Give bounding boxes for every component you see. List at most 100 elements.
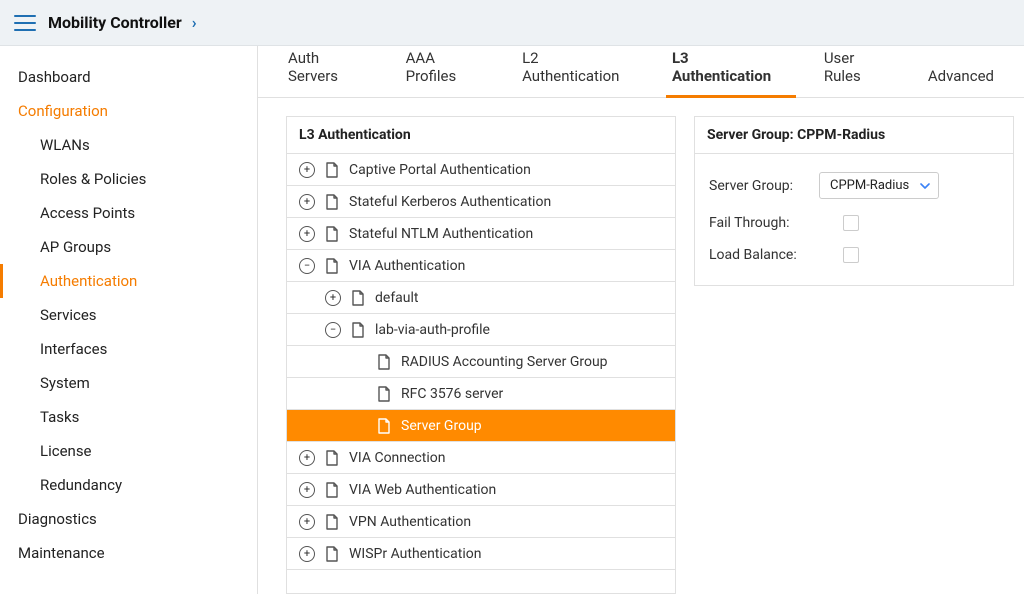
sidebar-label: Access Points	[40, 204, 135, 222]
content-area: Auth Servers AAA Profiles L2 Authenticat…	[258, 46, 1024, 594]
sidebar-label: Authentication	[40, 272, 137, 290]
page-icon	[377, 354, 391, 370]
tree-row-label: RFC 3576 server	[401, 386, 503, 402]
tree-row[interactable]: + Stateful NTLM Authentication	[287, 218, 675, 250]
sidebar-label: Tasks	[40, 408, 79, 426]
page-icon	[351, 290, 365, 306]
page-icon	[325, 194, 339, 210]
menu-icon[interactable]	[14, 15, 36, 31]
tree-row-label: Stateful NTLM Authentication	[349, 226, 533, 242]
tab-label: AAA Profiles	[406, 49, 457, 85]
tree-row[interactable]: +VPN Authentication	[287, 506, 675, 538]
tab-label: User Rules	[824, 49, 861, 85]
tab-advanced[interactable]: Advanced	[926, 67, 996, 97]
sidebar-item-wlans[interactable]: WLANs	[0, 128, 257, 162]
tree-row-label: Captive Portal Authentication	[349, 162, 531, 178]
top-bar: Mobility Controller ›	[0, 0, 1024, 46]
load-balance-checkbox[interactable]	[843, 247, 859, 263]
sidebar-item-roles-policies[interactable]: Roles & Policies	[0, 162, 257, 196]
page-icon	[325, 546, 339, 562]
page-icon	[325, 450, 339, 466]
sidebar-label: AP Groups	[40, 238, 111, 256]
tab-auth-servers[interactable]: Auth Servers	[286, 49, 374, 97]
sidebar-item-interfaces[interactable]: Interfaces	[0, 332, 257, 366]
tree-row[interactable]: RADIUS Accounting Server Group	[287, 346, 675, 378]
collapse-minus-icon[interactable]: −	[325, 322, 341, 338]
sidebar-label: Configuration	[18, 102, 108, 120]
sidebar-item-configuration[interactable]: Configuration	[0, 94, 257, 128]
tree-row-label: default	[375, 290, 419, 306]
sidebar-label: System	[40, 374, 90, 392]
tree-panel-title: L3 Authentication	[287, 117, 675, 154]
sidebar-item-ap-groups[interactable]: AP Groups	[0, 230, 257, 264]
sidebar-item-maintenance[interactable]: Maintenance	[0, 536, 257, 570]
expand-plus-icon[interactable]: +	[299, 226, 315, 242]
fail-through-checkbox[interactable]	[843, 215, 859, 231]
sidebar-item-diagnostics[interactable]: Diagnostics	[0, 502, 257, 536]
tree-row[interactable]: RFC 3576 server	[287, 378, 675, 410]
server-group-value: CPPM-Radius	[830, 178, 909, 193]
sidebar-label: License	[40, 442, 92, 460]
tab-aaa-profiles[interactable]: AAA Profiles	[404, 49, 490, 97]
tab-label: L3 Authentication	[672, 49, 771, 85]
sidebar-item-system[interactable]: System	[0, 366, 257, 400]
sidebar-label: Diagnostics	[18, 510, 97, 528]
tab-label: L2 Authentication	[522, 49, 619, 85]
sidebar-item-services[interactable]: Services	[0, 298, 257, 332]
app-title[interactable]: Mobility Controller ›	[48, 13, 197, 32]
detail-panel: Server Group: CPPM-Radius Server Group: …	[694, 116, 1014, 286]
tree-row[interactable]: − VIA Authentication	[287, 250, 675, 282]
expand-plus-icon[interactable]: +	[299, 162, 315, 178]
expand-plus-icon[interactable]: +	[299, 482, 315, 498]
tree-row[interactable]: +WISPr Authentication	[287, 538, 675, 570]
detail-panel-title: Server Group: CPPM-Radius	[695, 117, 1013, 154]
chevron-right-icon: ›	[192, 13, 197, 32]
page-icon	[325, 482, 339, 498]
sidebar-item-redundancy[interactable]: Redundancy	[0, 468, 257, 502]
tab-label: Advanced	[928, 67, 994, 85]
page-icon	[325, 514, 339, 530]
tree-row[interactable]: + Stateful Kerberos Authentication	[287, 186, 675, 218]
tree-row[interactable]: −lab-via-auth-profile	[287, 314, 675, 346]
expand-plus-icon[interactable]: +	[299, 514, 315, 530]
page-icon	[377, 386, 391, 402]
sidebar-item-access-points[interactable]: Access Points	[0, 196, 257, 230]
expand-plus-icon[interactable]: +	[299, 194, 315, 210]
tree-row[interactable]: Server Group	[287, 410, 675, 442]
tree-rows: + Captive Portal Authentication + Stateful …	[287, 154, 675, 570]
expand-plus-icon[interactable]: +	[299, 450, 315, 466]
expand-plus-icon[interactable]: +	[299, 546, 315, 562]
tab-l2-authentication[interactable]: L2 Authentication	[520, 49, 640, 97]
chevron-down-icon	[920, 183, 930, 189]
page-icon	[325, 258, 339, 274]
sidebar-item-license[interactable]: License	[0, 434, 257, 468]
sidebar-label: Roles & Policies	[40, 170, 146, 188]
tree-row[interactable]: +VIA Web Authentication	[287, 474, 675, 506]
tree-row-label: VIA Authentication	[349, 258, 465, 274]
sidebar-item-dashboard[interactable]: Dashboard	[0, 60, 257, 94]
tree-row[interactable]: + Captive Portal Authentication	[287, 154, 675, 186]
sidebar-item-authentication[interactable]: Authentication	[0, 264, 257, 298]
load-balance-label: Load Balance:	[709, 247, 819, 263]
tree-row-label: Server Group	[401, 418, 482, 434]
page-icon	[325, 162, 339, 178]
page-icon	[325, 226, 339, 242]
page-icon	[351, 322, 365, 338]
tree-row[interactable]: + VIA Connection	[287, 442, 675, 474]
sidebar-label: WLANs	[40, 136, 90, 154]
sidebar-label: Services	[40, 306, 97, 324]
tab-bar: Auth Servers AAA Profiles L2 Authenticat…	[258, 46, 1024, 98]
sidebar-label: Interfaces	[40, 340, 107, 358]
tab-label: Auth Servers	[288, 49, 338, 85]
page-icon	[377, 418, 391, 434]
collapse-minus-icon[interactable]: −	[299, 258, 315, 274]
app-title-text: Mobility Controller	[48, 13, 182, 32]
tree-row[interactable]: + default	[287, 282, 675, 314]
tree-row-label: VIA Connection	[349, 450, 445, 466]
server-group-select[interactable]: CPPM-Radius	[819, 172, 939, 199]
expand-plus-icon[interactable]: +	[325, 290, 341, 306]
sidebar-item-tasks[interactable]: Tasks	[0, 400, 257, 434]
tab-l3-authentication[interactable]: L3 Authentication	[670, 49, 792, 97]
tab-user-rules[interactable]: User Rules	[822, 49, 896, 97]
tree-row-label: Stateful Kerberos Authentication	[349, 194, 551, 210]
